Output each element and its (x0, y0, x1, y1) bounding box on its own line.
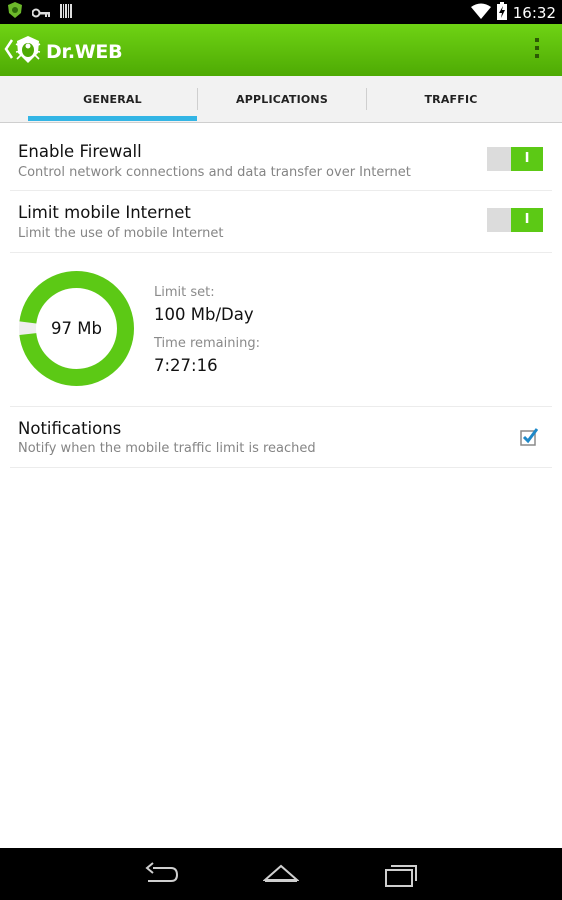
recent-apps-icon[interactable] (384, 860, 418, 888)
toggle-on-knob: I (511, 147, 543, 171)
action-bar: Dr.WEB (0, 24, 562, 76)
limit-value: 100 Mb/Day (154, 305, 254, 324)
notifications-title: Notifications (18, 419, 122, 438)
notifications-subtitle: Notify when the mobile traffic limit is … (18, 441, 316, 456)
firewall-title: Enable Firewall (18, 142, 142, 161)
tab-applications[interactable]: APPLICATIONS (198, 76, 366, 122)
key-icon (31, 3, 50, 22)
notifications-checkbox[interactable] (520, 428, 538, 446)
up-navigation-icon[interactable] (4, 38, 14, 64)
back-icon[interactable] (145, 860, 179, 888)
limit-label: Limit set: (154, 285, 215, 300)
app-logo[interactable]: Dr.WEB (14, 35, 123, 69)
toggle-on-knob: I (511, 208, 543, 232)
wifi-icon (470, 3, 491, 23)
mobile-limit-toggle[interactable]: I (487, 208, 543, 232)
mobile-limit-setting[interactable]: Limit mobile Internet Limit the use of m… (10, 191, 552, 253)
time-remaining-label: Time remaining: (154, 336, 260, 351)
status-bar: 16:32 (0, 0, 562, 24)
notification-icons (8, 2, 72, 22)
mobile-limit-title: Limit mobile Internet (18, 203, 191, 222)
notifications-setting[interactable]: Notifications Notify when the mobile tra… (10, 407, 552, 468)
drweb-shield-icon (8, 2, 22, 22)
app-name: Dr.WEB (46, 41, 123, 63)
battery-charging-icon (496, 2, 507, 24)
spider-logo-icon (14, 35, 42, 69)
tab-traffic[interactable]: TRAFFIC (367, 76, 535, 122)
time-remaining-value: 7:27:16 (154, 356, 218, 375)
clock: 16:32 (512, 4, 556, 22)
firewall-toggle[interactable]: I (487, 147, 543, 171)
system-nav-bar (0, 848, 562, 900)
firewall-setting[interactable]: Enable Firewall Control network connecti… (10, 130, 552, 191)
home-icon[interactable] (263, 860, 299, 888)
selected-tab-indicator (28, 116, 197, 121)
mobile-limit-subtitle: Limit the use of mobile Internet (18, 226, 224, 241)
barcode-icon (60, 3, 72, 22)
overflow-menu-icon[interactable] (534, 38, 540, 62)
used-amount: 97 Mb (51, 319, 102, 338)
firewall-subtitle: Control network connections and data tra… (18, 165, 411, 180)
